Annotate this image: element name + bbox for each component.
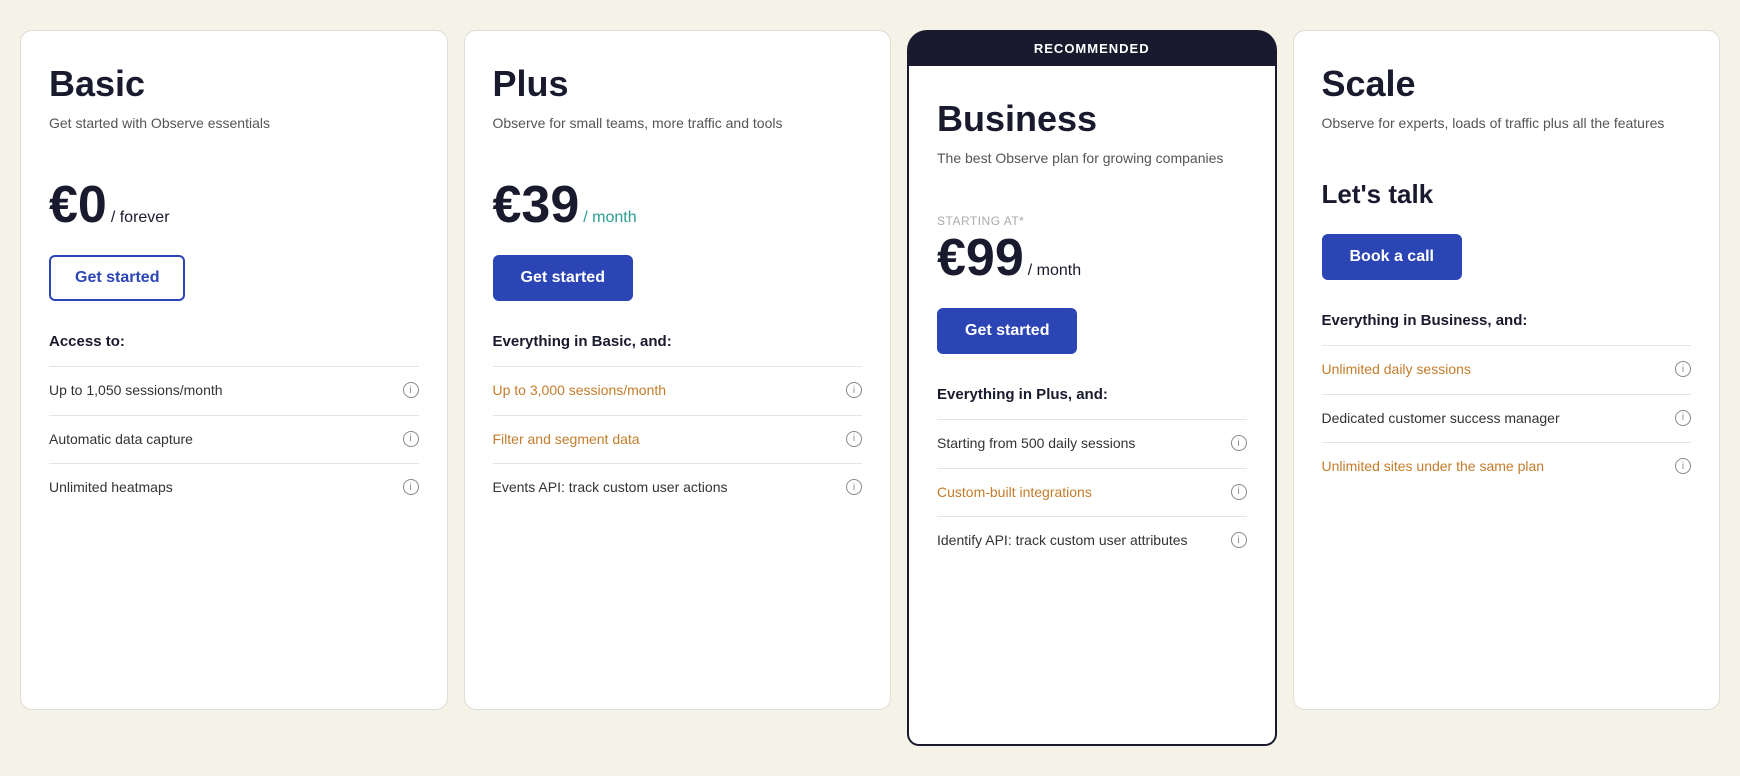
feature-text: Custom-built integrations — [937, 483, 1221, 503]
plan-subtitle: Observe for experts, loads of traffic pl… — [1322, 113, 1692, 155]
price-amount: €99 — [937, 232, 1024, 284]
feature-item: Unlimited heatmaps i — [49, 463, 419, 512]
features-label: Everything in Business, and: — [1322, 312, 1692, 329]
plan-title: Scale — [1322, 63, 1692, 105]
feature-item: Custom-built integrations i — [937, 468, 1247, 517]
pricing-container: Basic Get started with Observe essentials… — [20, 30, 1720, 746]
feature-text: Unlimited sites under the same plan — [1322, 457, 1666, 477]
starting-at-label: STARTING AT* — [937, 214, 1247, 228]
feature-item: Up to 1,050 sessions/month i — [49, 366, 419, 415]
info-icon: i — [1231, 435, 1247, 451]
feature-text: Events API: track custom user actions — [493, 478, 837, 498]
plan-subtitle: Observe for small teams, more traffic an… — [493, 113, 863, 155]
cta-button-business[interactable]: Get started — [937, 308, 1077, 354]
plan-card-business: Business The best Observe plan for growin… — [907, 66, 1277, 746]
plan-subtitle: The best Observe plan for growing compan… — [937, 148, 1247, 190]
features-section: Everything in Plus, and: Starting from 5… — [937, 386, 1247, 565]
info-icon: i — [1675, 410, 1691, 426]
info-icon: i — [846, 479, 862, 495]
cta-button-plus[interactable]: Get started — [493, 255, 633, 301]
plan-title: Plus — [493, 63, 863, 105]
price-period: / month — [583, 209, 636, 227]
info-icon: i — [1675, 458, 1691, 474]
feature-text: Up to 1,050 sessions/month — [49, 381, 393, 401]
info-icon: i — [846, 382, 862, 398]
feature-item: Automatic data capture i — [49, 415, 419, 464]
features-label: Access to: — [49, 333, 419, 350]
info-icon: i — [403, 479, 419, 495]
features-section: Everything in Business, and: Unlimited d… — [1322, 312, 1692, 491]
cta-button-basic[interactable]: Get started — [49, 255, 185, 301]
price-amount: €0 — [49, 179, 107, 231]
feature-item: Unlimited sites under the same plan i — [1322, 442, 1692, 491]
plan-card-scale: Scale Observe for experts, loads of traff… — [1293, 30, 1721, 710]
feature-text: Identify API: track custom user attribut… — [937, 531, 1221, 551]
feature-text: Up to 3,000 sessions/month — [493, 381, 837, 401]
info-icon: i — [846, 431, 862, 447]
price-row: €99 / month — [937, 232, 1247, 284]
feature-item: Unlimited daily sessions i — [1322, 345, 1692, 394]
plan-subtitle: Get started with Observe essentials — [49, 113, 419, 155]
features-label: Everything in Basic, and: — [493, 333, 863, 350]
feature-text: Automatic data capture — [49, 430, 393, 450]
features-section: Everything in Basic, and: Up to 3,000 se… — [493, 333, 863, 512]
price-amount: €39 — [493, 179, 580, 231]
plan-card-plus: Plus Observe for small teams, more traffi… — [464, 30, 892, 710]
info-icon: i — [1231, 532, 1247, 548]
recommended-plan-wrapper: RECOMMENDED Business The best Observe plan… — [907, 30, 1277, 746]
feature-item: Events API: track custom user actions i — [493, 463, 863, 512]
feature-text: Filter and segment data — [493, 430, 837, 450]
feature-item: Identify API: track custom user attribut… — [937, 516, 1247, 565]
feature-item: Starting from 500 daily sessions i — [937, 419, 1247, 468]
feature-item: Filter and segment data i — [493, 415, 863, 464]
features-label: Everything in Plus, and: — [937, 386, 1247, 403]
feature-text: Dedicated customer success manager — [1322, 409, 1666, 429]
plan-card-basic: Basic Get started with Observe essentials… — [20, 30, 448, 710]
feature-text: Starting from 500 daily sessions — [937, 434, 1221, 454]
info-icon: i — [1231, 484, 1247, 500]
plan-title: Basic — [49, 63, 419, 105]
price-period: / forever — [111, 209, 170, 227]
info-icon: i — [403, 431, 419, 447]
lets-talk-label: Let's talk — [1322, 179, 1692, 210]
recommended-badge: RECOMMENDED — [1034, 41, 1150, 56]
price-row: €0 / forever — [49, 179, 419, 231]
feature-item: Up to 3,000 sessions/month i — [493, 366, 863, 415]
cta-button-scale[interactable]: Book a call — [1322, 234, 1462, 280]
price-row: €39 / month — [493, 179, 863, 231]
feature-text: Unlimited daily sessions — [1322, 360, 1666, 380]
info-icon: i — [403, 382, 419, 398]
info-icon: i — [1675, 361, 1691, 377]
features-section: Access to: Up to 1,050 sessions/month i … — [49, 333, 419, 512]
feature-item: Dedicated customer success manager i — [1322, 394, 1692, 443]
feature-text: Unlimited heatmaps — [49, 478, 393, 498]
plan-title: Business — [937, 98, 1247, 140]
price-period: / month — [1028, 262, 1081, 280]
